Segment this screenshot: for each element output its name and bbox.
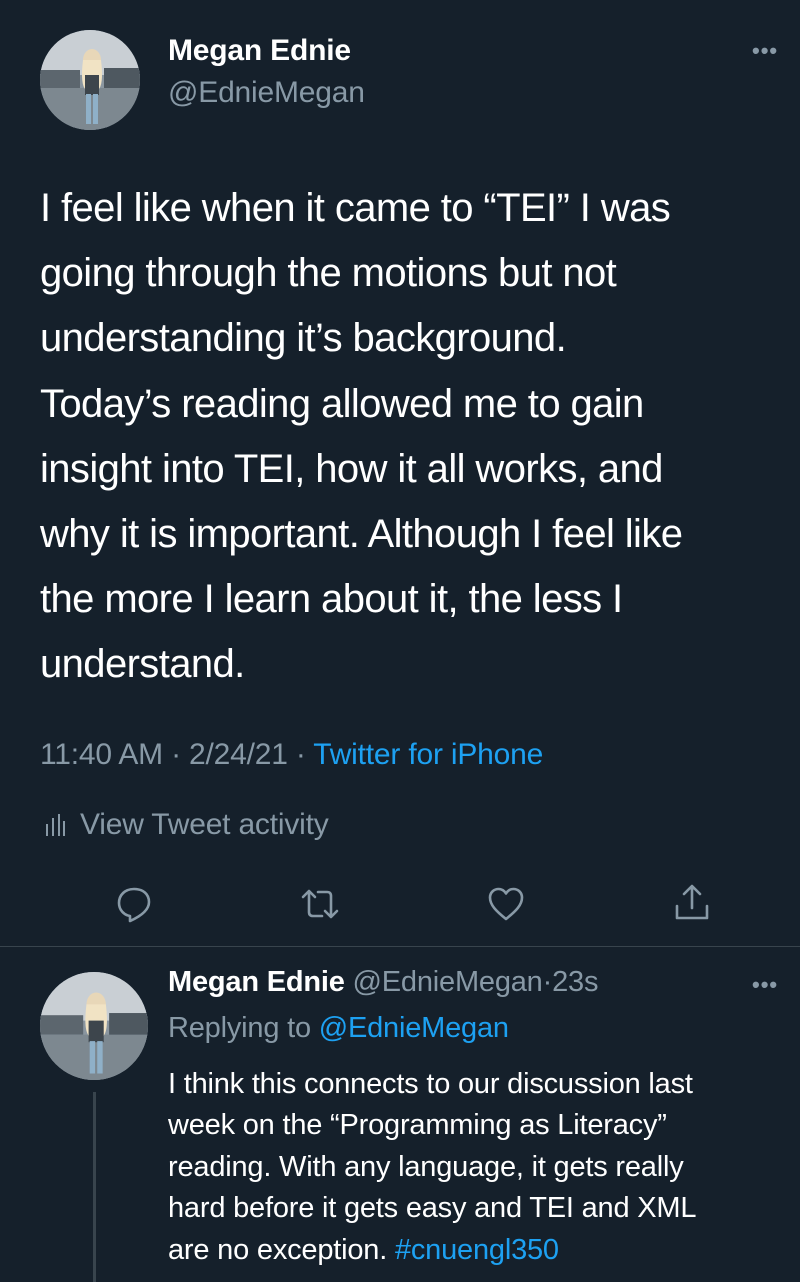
view-tweet-activity[interactable]: View Tweet activity	[44, 808, 329, 842]
reply-text-block: I think this connects to our discussion …	[168, 1064, 788, 1271]
divider	[0, 946, 800, 947]
replying-prefix: Replying to	[168, 1012, 311, 1044]
reply-icon[interactable]	[114, 884, 154, 924]
reply-author-name[interactable]: Megan Ednie	[168, 966, 345, 998]
reply-time: 23s	[552, 966, 599, 998]
avatar-photo	[40, 30, 140, 130]
avatar-photo	[40, 972, 148, 1080]
meta-separator: ·	[171, 738, 181, 771]
retweet-icon[interactable]	[300, 884, 340, 924]
tweet-meta: 11:40 AM · 2/24/21 · Twitter for iPhone	[40, 738, 543, 772]
activity-label: View Tweet activity	[80, 808, 329, 841]
meta-separator: ·	[295, 738, 306, 771]
reply-author-avatar[interactable]	[40, 972, 148, 1080]
more-horizontal-icon[interactable]: •••	[752, 38, 778, 64]
meta-separator: ·	[542, 966, 553, 998]
tweet-time: 11:40 AM	[40, 738, 163, 771]
share-icon[interactable]	[672, 882, 712, 922]
hashtag-link[interactable]: #cnuengl350	[395, 1234, 559, 1266]
replying-to: Replying to @EdnieMegan	[168, 1012, 509, 1045]
tweet-text: I feel like when it came to “TEI” I was …	[40, 186, 683, 687]
replying-handle-link[interactable]: @EdnieMegan	[319, 1012, 509, 1044]
more-horizontal-icon[interactable]: •••	[752, 972, 778, 998]
author-handle[interactable]: @EdnieMegan	[168, 76, 365, 110]
author-avatar[interactable]	[40, 30, 140, 130]
like-icon[interactable]	[486, 884, 526, 924]
tweet-source-link[interactable]: Twitter for iPhone	[313, 738, 543, 771]
reply-header: Megan Ednie @EdnieMegan·23s	[168, 966, 598, 999]
author-name[interactable]: Megan Ednie	[168, 34, 351, 68]
tweet-date: 2/24/21	[189, 738, 288, 771]
thread-connector-line	[93, 1092, 96, 1282]
activity-chart-icon	[46, 814, 65, 836]
reply-author-handle[interactable]: @EdnieMegan	[353, 966, 543, 998]
